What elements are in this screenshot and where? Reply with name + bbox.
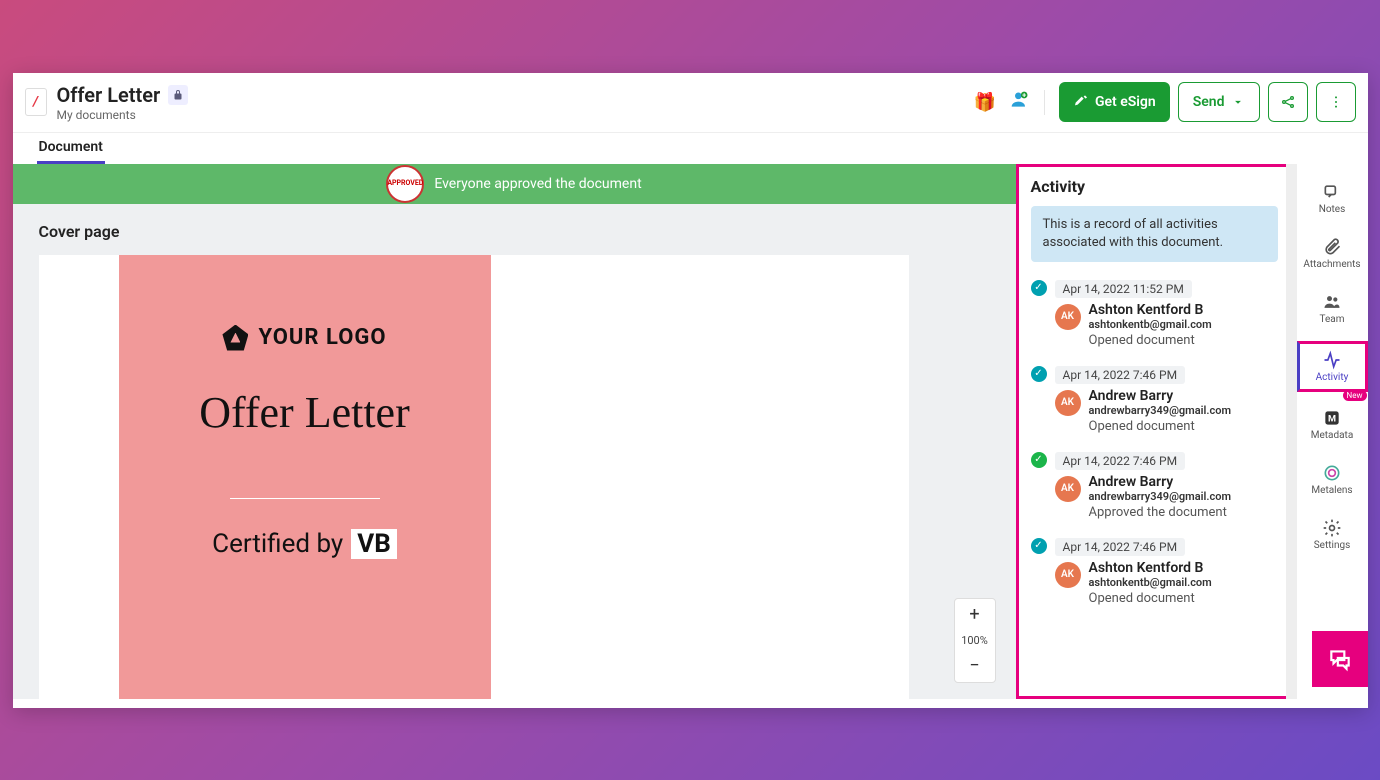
approved-stamp-icon: APPROVED <box>386 165 424 203</box>
rail-settings[interactable]: Settings <box>1297 512 1368 557</box>
document-page: YOUR LOGO Offer Letter Certified by VB <box>39 255 909 699</box>
add-person-icon[interactable]: + <box>1010 90 1030 115</box>
gear-icon <box>1322 518 1342 538</box>
logo-placeholder: YOUR LOGO <box>222 325 386 351</box>
status-icon: ✓ <box>1031 280 1047 296</box>
activity-user-name: Ashton Kentford B <box>1089 302 1278 318</box>
activity-user-email: ashtonkentb@gmail.com <box>1089 576 1278 589</box>
get-esign-button[interactable]: Get eSign <box>1059 82 1170 122</box>
approval-banner: APPROVED Everyone approved the document <box>13 164 1016 204</box>
attachment-icon <box>1322 237 1342 257</box>
activity-date: Apr 14, 2022 11:52 PM <box>1055 280 1192 298</box>
gift-icon[interactable]: 🎁 <box>974 92 996 113</box>
page-title: Offer Letter <box>199 387 410 438</box>
activity-date: Apr 14, 2022 7:46 PM <box>1055 452 1186 470</box>
content-area: APPROVED Everyone approved the document … <box>13 164 1368 699</box>
rail-metadata[interactable]: M Metadata <box>1297 402 1368 447</box>
svg-text:+: + <box>1022 90 1026 99</box>
activity-panel: Activity This is a record of all activit… <box>1016 164 1286 699</box>
chat-icon <box>1327 646 1353 672</box>
activity-title: Activity <box>1031 177 1278 196</box>
activity-user-email: ashtonkentb@gmail.com <box>1089 318 1278 331</box>
get-esign-label: Get eSign <box>1095 94 1156 110</box>
lock-icon <box>168 85 188 105</box>
title-block: Offer Letter My documents <box>57 83 189 122</box>
activity-list: ✓ Apr 14, 2022 11:52 PM AK Ashton Kentford … <box>1031 278 1278 606</box>
zoom-out-button[interactable]: − <box>955 650 995 682</box>
avatar: AK <box>1055 390 1081 416</box>
status-icon: ✓ <box>1031 366 1047 382</box>
tab-row: Document <box>13 133 1368 164</box>
zoom-in-button[interactable]: + <box>955 599 995 631</box>
tab-document[interactable]: Document <box>37 133 105 164</box>
activity-icon <box>1322 350 1342 370</box>
share-button[interactable] <box>1268 82 1308 122</box>
cert-badge: VB <box>351 529 397 559</box>
team-icon <box>1322 292 1342 312</box>
notes-icon <box>1322 182 1342 202</box>
activity-item: ✓ Apr 14, 2022 7:46 PM AK Andrew Barryandre… <box>1031 450 1278 520</box>
activity-item: ✓ Apr 14, 2022 7:46 PM AK Andrew Barryandre… <box>1031 364 1278 434</box>
zoom-value: 100% <box>961 631 988 650</box>
activity-description: This is a record of all activities assoc… <box>1031 206 1278 262</box>
right-rail: Notes Attachments Team Activity New M Me… <box>1296 164 1368 699</box>
rail-team[interactable]: Team <box>1297 286 1368 331</box>
metadata-icon: M <box>1322 408 1342 428</box>
chat-button[interactable] <box>1312 631 1368 687</box>
breadcrumb[interactable]: My documents <box>57 108 189 122</box>
document-type-icon: / <box>25 88 47 116</box>
activity-item: ✓ Apr 14, 2022 7:46 PM AK Ashton Kentford B… <box>1031 536 1278 606</box>
section-title: Cover page <box>39 222 990 241</box>
send-button[interactable]: Send <box>1178 82 1260 122</box>
activity-user-email: andrewbarry349@gmail.com <box>1089 404 1278 417</box>
document-viewer: APPROVED Everyone approved the document … <box>13 164 1016 699</box>
activity-user-email: andrewbarry349@gmail.com <box>1089 490 1278 503</box>
share-icon <box>1280 94 1296 110</box>
avatar: AK <box>1055 562 1081 588</box>
approval-banner-text: Everyone approved the document <box>434 176 641 192</box>
activity-action: Approved the document <box>1089 505 1278 520</box>
activity-user-name: Ashton Kentford B <box>1089 560 1278 576</box>
activity-date: Apr 14, 2022 7:46 PM <box>1055 366 1186 384</box>
activity-item: ✓ Apr 14, 2022 11:52 PM AK Ashton Kentford … <box>1031 278 1278 348</box>
activity-action: Opened document <box>1089 419 1278 434</box>
activity-action: Opened document <box>1089 333 1278 348</box>
activity-action: Opened document <box>1089 591 1278 606</box>
avatar: AK <box>1055 476 1081 502</box>
rail-metalens[interactable]: Metalens <box>1297 457 1368 502</box>
zoom-controls: + 100% − <box>954 598 996 683</box>
topbar: / Offer Letter My documents 🎁 + Get eSig… <box>13 73 1368 133</box>
new-badge: New <box>1343 390 1367 401</box>
send-label: Send <box>1193 94 1225 110</box>
divider <box>230 498 380 499</box>
logo-icon <box>222 325 248 351</box>
avatar: AK <box>1055 304 1081 330</box>
chevron-down-icon <box>1231 95 1245 109</box>
rail-notes[interactable]: Notes <box>1297 176 1368 221</box>
activity-date: Apr 14, 2022 7:46 PM <box>1055 538 1186 556</box>
status-icon: ✓ <box>1031 538 1047 554</box>
scrollbar[interactable] <box>1286 164 1296 699</box>
metalens-icon <box>1322 463 1342 483</box>
svg-text:M: M <box>1328 414 1336 424</box>
more-vertical-icon <box>1328 94 1344 110</box>
certified-row: Certified by VB <box>212 529 397 559</box>
status-icon: ✓ <box>1031 452 1047 468</box>
activity-user-name: Andrew Barry <box>1089 474 1278 490</box>
document-title: Offer Letter <box>57 83 161 107</box>
activity-user-name: Andrew Barry <box>1089 388 1278 404</box>
rail-activity[interactable]: Activity New <box>1297 341 1368 392</box>
more-button[interactable] <box>1316 82 1356 122</box>
rail-attachments[interactable]: Attachments <box>1297 231 1368 276</box>
app-window: / Offer Letter My documents 🎁 + Get eSig… <box>13 73 1368 708</box>
